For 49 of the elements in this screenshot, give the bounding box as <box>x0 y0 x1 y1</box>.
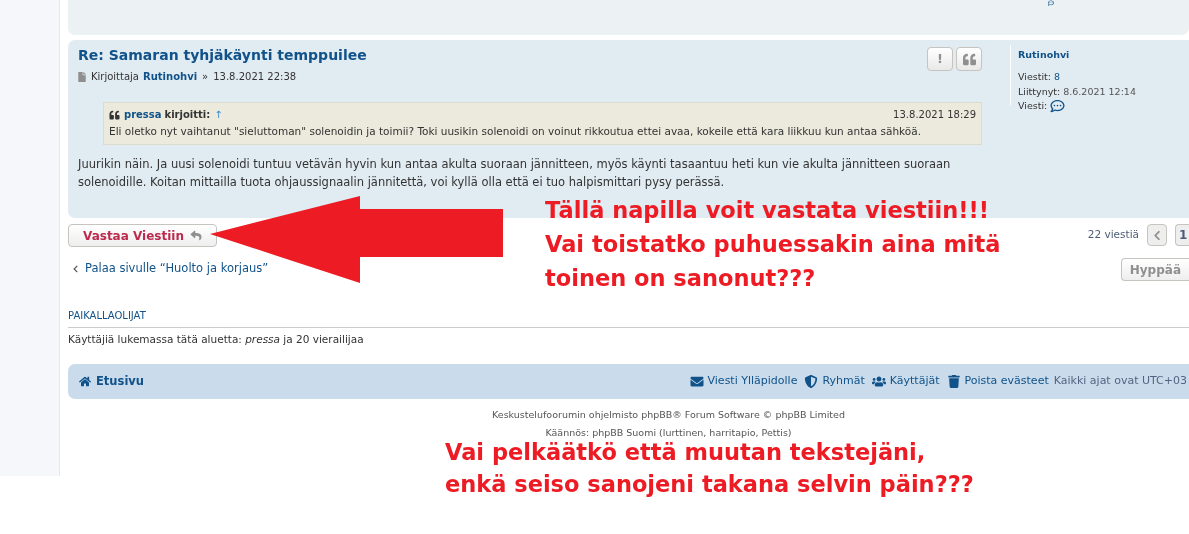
annotation-text: enkä seiso sanojeni takana selvin päin??? <box>445 470 974 499</box>
envelope-icon <box>689 374 704 388</box>
previous-page-button[interactable] <box>1147 224 1167 246</box>
trash-icon <box>946 374 961 388</box>
footer-text: Käännös: phpBB Suomi (lurttinen, harritapio, Pettis) <box>545 426 792 440</box>
chevron-left-icon <box>72 264 79 273</box>
section-heading: PAIKALLAOLIJAT <box>68 310 146 321</box>
post-title[interactable]: Re: Samaran tyhjäkäynti temppuilee <box>78 45 367 66</box>
shield-icon <box>804 374 819 388</box>
nav-link[interactable]: Ryhmät <box>822 373 865 390</box>
post-date: 13.8.2021 22:38 <box>213 70 297 84</box>
nav-link[interactable]: Käyttäjät <box>889 373 940 390</box>
back-link[interactable]: Palaa sivulle “Huolto ja korjaus” <box>85 260 269 278</box>
quote-icon <box>962 52 976 66</box>
jump-link[interactable]: ↑ <box>214 107 223 122</box>
reply-icon <box>190 230 202 241</box>
footer-text: Keskustelufoorumin ohjelmisto phpBB® Forum Software © phpBB Limited <box>492 407 845 422</box>
author-link[interactable]: Rutinohvi <box>143 69 198 84</box>
profile-value: 8.6.2021 12:14 <box>1063 84 1136 99</box>
chevron-left-icon <box>1153 229 1161 241</box>
quote-button[interactable] <box>956 47 982 71</box>
home-link[interactable]: Etusivu <box>96 372 144 390</box>
author-label: Kirjoittaja <box>91 70 139 84</box>
quote-author-link[interactable]: pressa <box>124 107 162 122</box>
reply-button[interactable]: Vastaa Viestiin <box>68 224 217 247</box>
online-text: Käyttäjiä lukemassa tätä aluetta: pressa ja 20 vierailijaa <box>68 332 365 347</box>
quote-text: Eli oletko nyt vaihtanut "sieluttoman" solenoidin ja toimii? Toki uusikin solenoidi on voinut rikkoutua ettei avaa, kokeile että kara liikkuu kun antaa sähköä. <box>109 124 922 139</box>
home-icon <box>79 375 91 387</box>
users-icon <box>871 374 886 388</box>
quote-icon <box>109 109 120 120</box>
quote-date: 13.8.2021 18:29 <box>893 108 976 122</box>
post-body: Juurikin näin. Ja uusi solenoidi tuntuu vetävän hyvin kun antaa akulta suoraan jännitteen, myös käynti tasaantuu heti kun vie akulta jännitteen suoraan solenoidille. Koitan mittailla tuota ohjaussignaalin jännitettä, voi kyllä olla että ei tuo halpismittari pysy perässä. <box>78 155 952 191</box>
annotation-text: Tällä napilla voit vastata viestiin!!! <box>545 196 991 225</box>
profile-label: Viesti: <box>1018 98 1048 113</box>
post-count: 22 viestiä <box>1087 227 1139 243</box>
profile-name[interactable]: Rutinohvi <box>1018 48 1136 63</box>
timezone-text: Kaikki ajat ovat UTC+03 <box>1053 373 1187 389</box>
nav-link[interactable]: Poista evästeet <box>964 373 1049 390</box>
page-button[interactable]: 1 <box>1175 224 1189 246</box>
nav-link[interactable]: Viesti Ylläpidolle <box>707 373 798 390</box>
annotation-text: Vai toistatko puhuessakin aina mitä <box>545 230 1001 259</box>
profile-value[interactable]: 8 <box>1054 70 1061 85</box>
separator: » <box>202 70 209 84</box>
quote-verb: kirjoitti: <box>164 108 211 122</box>
profile-label: Viestit: <box>1018 70 1051 85</box>
document-icon <box>78 71 86 82</box>
annotation-text: toinen on sanonut??? <box>545 264 817 293</box>
annotation-text: Vai pelkäätkö että muutan tekstejäni, <box>445 438 927 467</box>
profile-label: Liittynyt: <box>1018 84 1061 99</box>
